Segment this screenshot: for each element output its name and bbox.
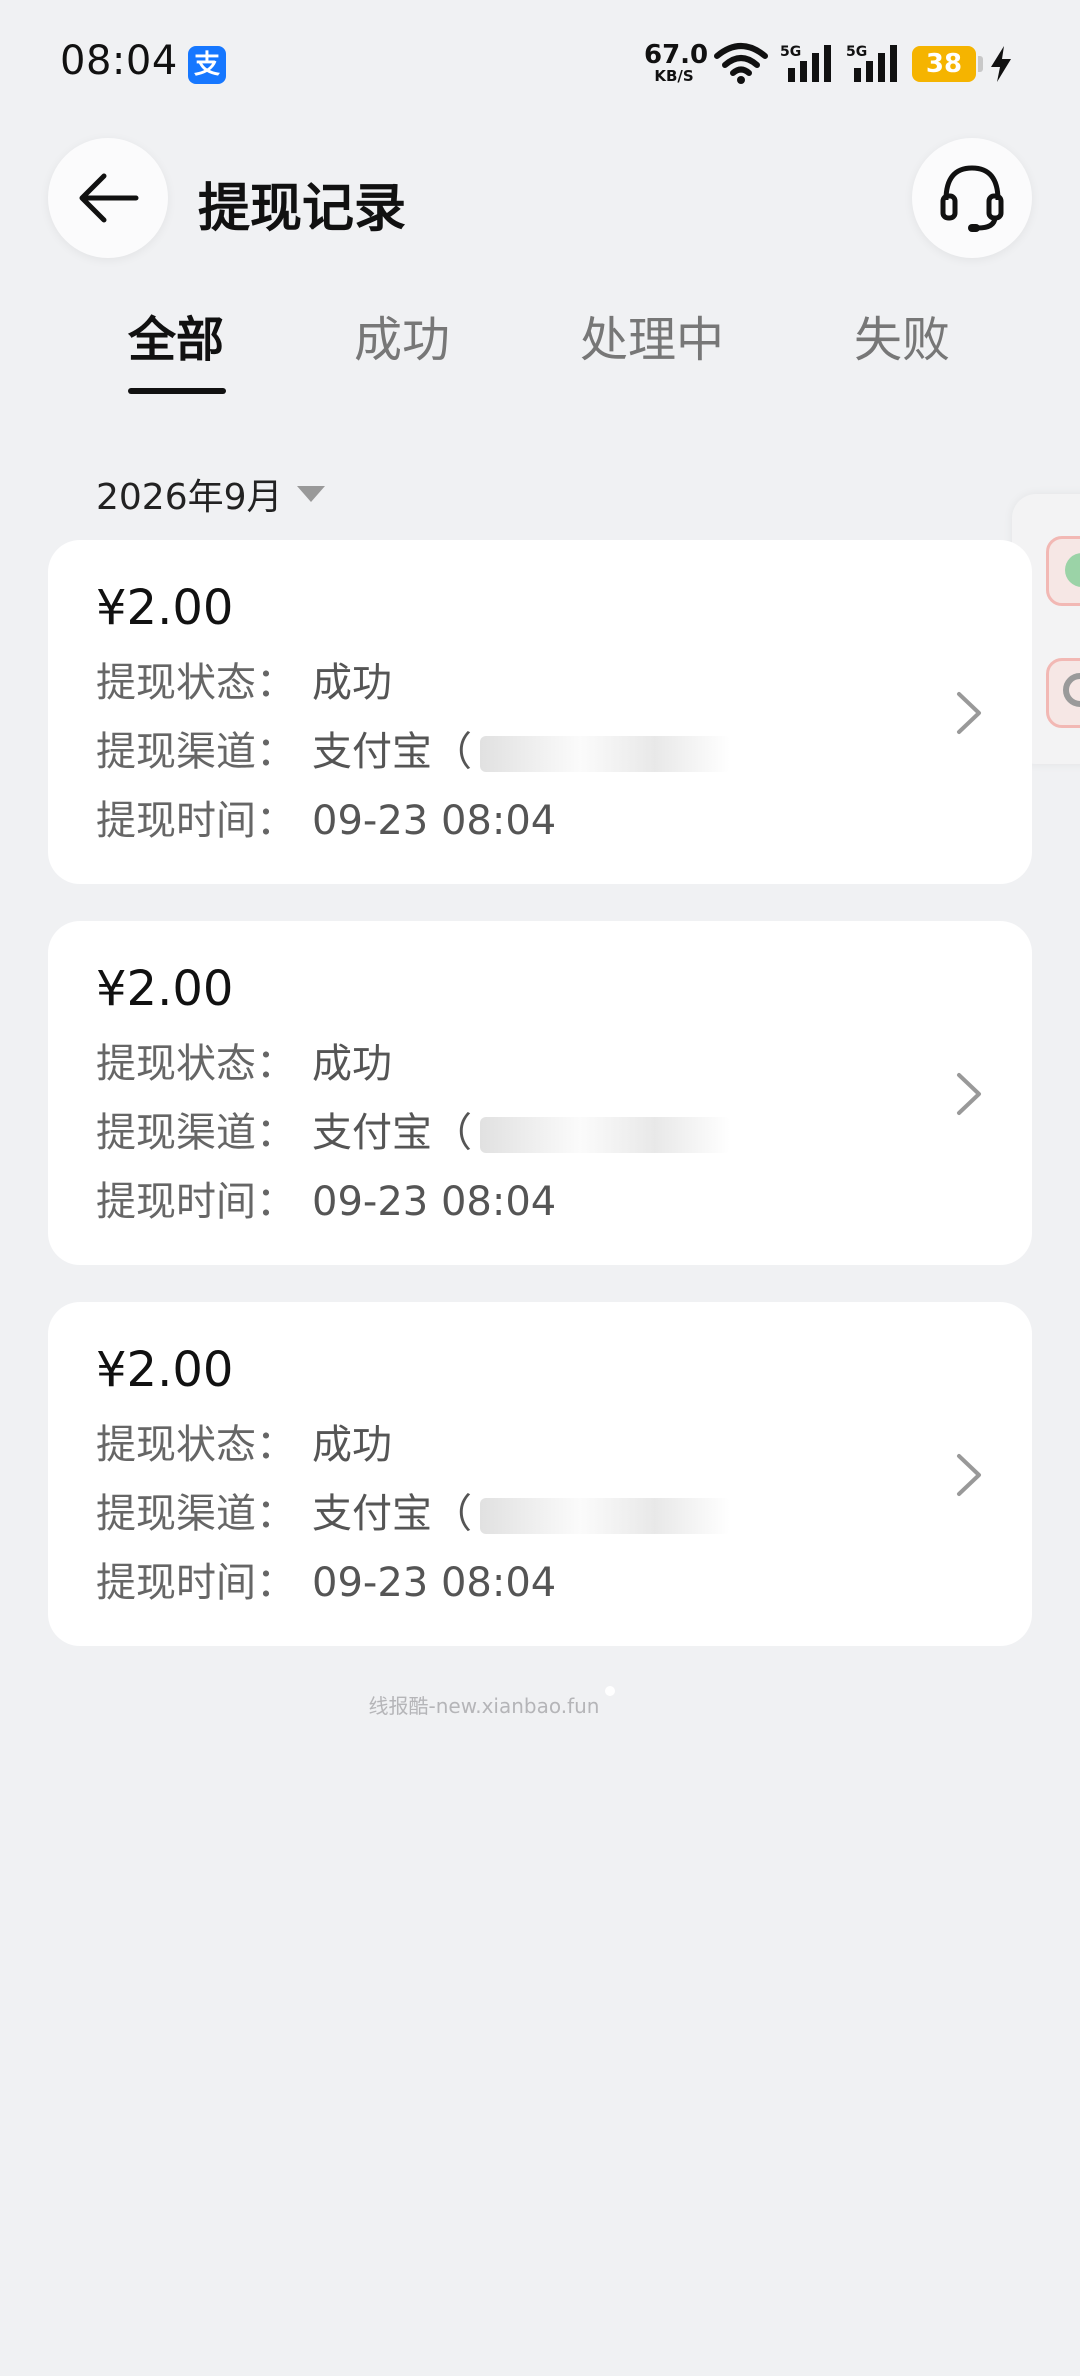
headset-icon	[940, 165, 1004, 232]
withdrawal-record-card[interactable]: ¥2.00 提现状态： 成功 提现渠道： 支付宝（ 提现时间： 09-23 08:04	[48, 1302, 1032, 1646]
record-time-row: 提现时间： 09-23 08:04	[96, 788, 556, 846]
time-value: 09-23 08:04	[312, 798, 557, 844]
record-amount: ¥2.00	[96, 1342, 234, 1398]
masked-account	[480, 1498, 730, 1534]
time-label: 提现时间：	[96, 1560, 296, 1606]
signal-strength-icon-2: 5G	[846, 42, 904, 88]
time-label: 提现时间：	[96, 798, 296, 844]
record-status-row: 提现状态： 成功	[96, 1031, 392, 1089]
tab-failed[interactable]: 失败	[854, 300, 950, 370]
record-time-row: 提现时间： 09-23 08:04	[96, 1169, 556, 1227]
record-channel-row: 提现渠道： 支付宝（	[96, 1481, 730, 1539]
time-value: 09-23 08:04	[312, 1179, 557, 1225]
record-channel-row: 提现渠道： 支付宝（	[96, 719, 730, 777]
masked-account	[480, 736, 730, 772]
active-tab-indicator	[128, 388, 226, 394]
channel-value: 支付宝（	[312, 1491, 472, 1537]
tab-all[interactable]: 全部	[128, 300, 224, 370]
status-label: 提现状态：	[96, 1422, 296, 1468]
caret-down-icon	[296, 486, 325, 502]
record-amount: ¥2.00	[96, 580, 234, 636]
status-label: 提现状态：	[96, 1041, 296, 1087]
status-label: 提现状态：	[96, 660, 296, 706]
time-label: 提现时间：	[96, 1179, 296, 1225]
watermark-text: 线报酷-new.xianbao.fun	[368, 1694, 600, 1718]
month-filter-label: 2026年9月	[96, 477, 283, 518]
wifi-icon	[714, 43, 768, 84]
withdrawal-record-card[interactable]: ¥2.00 提现状态： 成功 提现渠道： 支付宝（ 提现时间： 09-23 08:04	[48, 921, 1032, 1265]
status-value: 成功	[312, 660, 392, 706]
channel-label: 提现渠道：	[96, 1491, 296, 1537]
signal-strength-icon: 5G	[780, 42, 838, 88]
network-speed-unit: KB/S	[654, 67, 694, 85]
chevron-right-icon	[957, 1454, 981, 1496]
alipay-notification-icon: 支	[188, 46, 226, 84]
back-button[interactable]	[48, 138, 168, 258]
chevron-right-icon	[957, 692, 981, 734]
record-channel-row: 提现渠道： 支付宝（	[96, 1100, 730, 1158]
network-speed-value: 67.0	[644, 40, 709, 70]
network-speed: 67.0 KB/S	[644, 40, 709, 85]
signal-2-label: 5G	[846, 44, 867, 60]
record-time-row: 提现时间： 09-23 08:04	[96, 1550, 556, 1608]
battery-level: 38	[912, 46, 976, 82]
arrow-left-icon	[79, 173, 139, 223]
channel-label: 提现渠道：	[96, 729, 296, 775]
channel-value: 支付宝（	[312, 1110, 472, 1156]
month-filter[interactable]: 2026年9月	[96, 468, 325, 520]
tab-success[interactable]: 成功	[354, 300, 450, 370]
chat-bubble-icon[interactable]	[1046, 536, 1080, 606]
masked-account	[480, 1117, 730, 1153]
record-amount: ¥2.00	[96, 961, 234, 1017]
charging-icon	[991, 46, 1011, 82]
record-status-row: 提现状态： 成功	[96, 1412, 392, 1470]
status-time: 08:04	[60, 38, 178, 84]
withdrawal-record-list: ¥2.00 提现状态： 成功 提现渠道： 支付宝（ 提现时间： 09-23 08:04…	[48, 540, 1032, 1683]
chevron-right-icon	[957, 1073, 981, 1115]
time-value: 09-23 08:04	[312, 1560, 557, 1606]
status-tabs: 全部 成功 处理中 失败	[0, 300, 1080, 400]
watermark-dot	[605, 1686, 615, 1696]
record-status-row: 提现状态： 成功	[96, 650, 392, 708]
tab-processing[interactable]: 处理中	[580, 300, 724, 370]
status-bar: 08:04 支 67.0 KB/S 5G 5G 38	[0, 0, 1080, 120]
customer-service-button[interactable]	[912, 138, 1032, 258]
status-value: 成功	[312, 1422, 392, 1468]
refresh-icon[interactable]	[1046, 658, 1080, 728]
page-title: 提现记录	[198, 179, 407, 239]
channel-label: 提现渠道：	[96, 1110, 296, 1156]
withdrawal-record-card[interactable]: ¥2.00 提现状态： 成功 提现渠道： 支付宝（ 提现时间： 09-23 08:04	[48, 540, 1032, 884]
status-value: 成功	[312, 1041, 392, 1087]
battery-cap	[978, 56, 983, 72]
channel-value: 支付宝（	[312, 729, 472, 775]
signal-1-label: 5G	[780, 44, 801, 60]
